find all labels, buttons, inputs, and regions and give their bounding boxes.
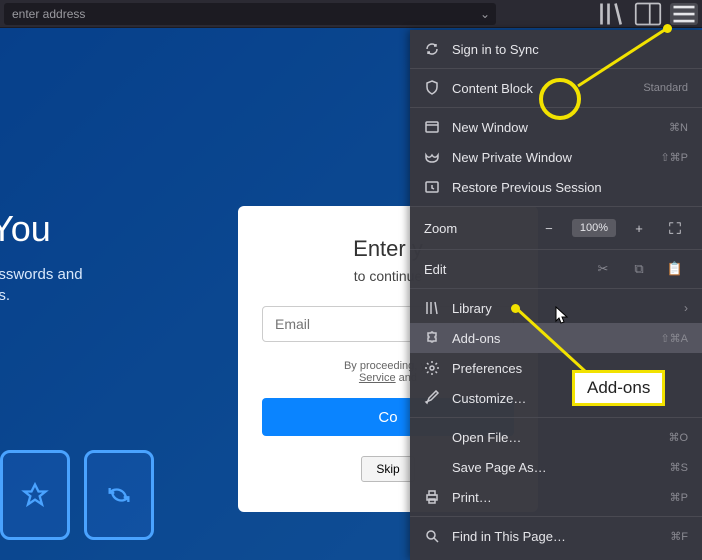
app-menu: Sign in to Sync Content Block Standard N…: [410, 30, 702, 560]
mask-icon: [424, 149, 440, 165]
menu-save-page[interactable]: Save Page As… ⌘S: [410, 452, 702, 482]
hero-text: asswords andes.: [0, 264, 83, 306]
restore-icon: [424, 179, 440, 195]
fullscreen-button[interactable]: [662, 215, 688, 241]
annotation-dot-top: [663, 24, 672, 33]
library-icon: [424, 300, 440, 316]
zoom-in-button[interactable]: +: [626, 215, 652, 241]
sync-icon: [424, 41, 440, 57]
menu-restore-session[interactable]: Restore Previous Session: [410, 172, 702, 202]
menu-find[interactable]: Find in This Page… ⌘F: [410, 521, 702, 551]
menu-content-blocking[interactable]: Content Block Standard: [410, 73, 702, 103]
zoom-out-button[interactable]: −: [536, 215, 562, 241]
menu-open-file[interactable]: Open File… ⌘O: [410, 422, 702, 452]
skip-button[interactable]: Skip: [361, 456, 414, 482]
menu-edit: Edit ✂ ⧉ 📋: [410, 254, 702, 284]
gear-icon: [424, 360, 440, 376]
window-icon: [424, 119, 440, 135]
address-bar[interactable]: enter address ⌄: [4, 3, 496, 25]
search-icon: [424, 528, 440, 544]
copy-icon[interactable]: ⧉: [626, 261, 652, 277]
menu-zoom: Zoom − 100% +: [410, 211, 702, 245]
address-placeholder: enter address: [12, 7, 85, 21]
shield-icon: [424, 80, 440, 96]
print-icon: [424, 489, 440, 505]
annotation-label: Add-ons: [572, 370, 665, 406]
tos-link[interactable]: Service: [359, 372, 396, 384]
menu-more[interactable]: More ›: [410, 551, 702, 560]
laptop-icon: [0, 450, 70, 540]
menu-sign-in[interactable]: Sign in to Sync: [410, 34, 702, 64]
hamburger-menu-button[interactable]: [670, 3, 698, 25]
menu-addons[interactable]: Add-ons ⇧⌘A: [410, 323, 702, 353]
chevron-right-icon: ›: [684, 301, 688, 315]
phone-icon: [84, 450, 154, 540]
library-icon[interactable]: [598, 3, 626, 25]
cut-icon[interactable]: ✂: [590, 261, 616, 277]
cursor-icon: [555, 306, 569, 326]
hero: You asswords andes.: [0, 208, 83, 306]
annotation-dot-addons: [511, 304, 520, 313]
devices-illustration: [0, 450, 154, 540]
toolbar: enter address ⌄: [0, 0, 702, 28]
menu-new-window[interactable]: New Window ⌘N: [410, 112, 702, 142]
sidebar-icon[interactable]: [634, 3, 662, 25]
menu-private-window[interactable]: New Private Window ⇧⌘P: [410, 142, 702, 172]
puzzle-icon: [424, 330, 440, 346]
toolbar-icons: [598, 3, 698, 25]
hero-title: You: [0, 208, 83, 250]
menu-print[interactable]: Print… ⌘P: [410, 482, 702, 512]
paste-icon[interactable]: 📋: [662, 261, 688, 277]
zoom-level: 100%: [572, 219, 616, 237]
dropdown-icon[interactable]: ⌄: [480, 7, 490, 21]
brush-icon: [424, 390, 440, 406]
